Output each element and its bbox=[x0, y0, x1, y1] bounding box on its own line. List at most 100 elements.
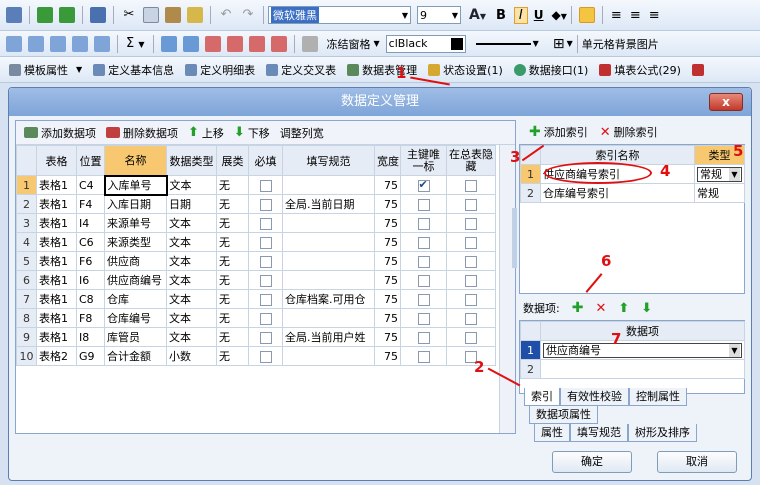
primary-key-checkbox[interactable] bbox=[417, 350, 430, 363]
index-item-row[interactable]: 1 供应商编号 bbox=[520, 340, 745, 360]
expand-type-cell[interactable]: 无 bbox=[216, 232, 249, 252]
required-cell[interactable] bbox=[248, 308, 283, 328]
template-properties-button[interactable]: 模板属性 bbox=[24, 62, 68, 78]
width-cell[interactable]: 75 bbox=[374, 213, 401, 233]
expand-type-cell[interactable]: 无 bbox=[216, 270, 249, 290]
index-item-cell[interactable]: 供应商编号 bbox=[540, 340, 745, 360]
primary-key-checkbox[interactable] bbox=[417, 293, 430, 306]
name-cell[interactable]: 供应商 bbox=[104, 251, 167, 271]
index-item-row[interactable]: 2 bbox=[520, 359, 745, 379]
color-select[interactable]: clBlack bbox=[385, 34, 466, 53]
align-right-icon[interactable]: ≡ bbox=[649, 8, 660, 23]
index-item-cell[interactable] bbox=[540, 359, 745, 379]
primary-key-checkbox[interactable] bbox=[417, 198, 430, 211]
italic-icon[interactable]: I bbox=[513, 6, 528, 24]
required-checkbox[interactable] bbox=[259, 331, 272, 344]
hide-icon[interactable] bbox=[270, 35, 287, 52]
index-name-cell[interactable]: 仓库编号索引 bbox=[540, 183, 695, 203]
fill-rule-cell[interactable] bbox=[282, 308, 375, 328]
hide-in-summary-cell[interactable] bbox=[446, 232, 496, 252]
ok-button[interactable]: 确定 bbox=[552, 451, 632, 473]
fill-rule-cell[interactable]: 仓库档案.可用仓 bbox=[282, 289, 375, 309]
primary-key-cell[interactable] bbox=[400, 308, 447, 328]
data-type-cell[interactable]: 文本 bbox=[166, 289, 217, 309]
font-name-select[interactable]: 微软雅黑 ▼ bbox=[268, 6, 411, 24]
arrow-up-icon[interactable]: ⬆ bbox=[618, 301, 629, 316]
chevron-down-icon[interactable]: ▼ bbox=[374, 39, 380, 48]
position-cell[interactable]: I6 bbox=[76, 270, 105, 290]
fill-rule-cell[interactable] bbox=[282, 251, 375, 271]
expand-type-cell[interactable]: 无 bbox=[216, 346, 249, 366]
position-cell[interactable]: G9 bbox=[76, 346, 105, 366]
tab-data-item-properties[interactable]: 数据项属性 bbox=[529, 406, 598, 424]
move-up-button[interactable]: ⬆ 上移 bbox=[188, 125, 224, 141]
table-cell[interactable]: 表格1 bbox=[36, 289, 77, 309]
required-cell[interactable] bbox=[248, 346, 283, 366]
copy-icon[interactable] bbox=[143, 7, 159, 23]
width-cell[interactable]: 75 bbox=[374, 175, 401, 195]
data-interface-button[interactable]: 数据接口(1) bbox=[529, 62, 589, 78]
name-cell[interactable]: 入库日期 bbox=[104, 194, 167, 214]
col-header-position[interactable]: 位置 bbox=[76, 145, 105, 176]
fill-formula-button[interactable]: 填表公式(29) bbox=[614, 62, 681, 78]
data-type-cell[interactable]: 文本 bbox=[166, 251, 217, 271]
data-type-cell[interactable]: 文本 bbox=[166, 175, 217, 195]
hide-in-summary-checkbox[interactable] bbox=[465, 217, 477, 230]
table-cell[interactable]: 表格1 bbox=[36, 213, 77, 233]
position-cell[interactable]: C4 bbox=[76, 175, 105, 195]
expand-type-cell[interactable]: 无 bbox=[216, 213, 249, 233]
name-cell[interactable]: 来源单号 bbox=[104, 213, 167, 233]
hide-in-summary-checkbox[interactable] bbox=[465, 331, 477, 344]
chevron-down-icon[interactable]: ▼ bbox=[76, 65, 82, 74]
table-cell[interactable]: 表格1 bbox=[36, 232, 77, 252]
data-type-cell[interactable]: 文本 bbox=[166, 270, 217, 290]
required-checkbox[interactable] bbox=[259, 350, 272, 363]
position-cell[interactable]: F6 bbox=[76, 251, 105, 271]
font-color-icon[interactable]: A▼ bbox=[469, 7, 486, 23]
delete-col-icon[interactable] bbox=[226, 35, 243, 52]
col-header-index-name[interactable]: 索引名称 bbox=[540, 145, 695, 165]
col-header-required[interactable]: 必填 bbox=[248, 145, 283, 176]
font-size-select[interactable]: 9 ▼ bbox=[417, 6, 461, 24]
name-cell[interactable]: 入库单号 bbox=[103, 174, 168, 196]
data-type-cell[interactable]: 文本 bbox=[166, 232, 217, 252]
required-cell[interactable] bbox=[248, 175, 283, 195]
delete-icon[interactable] bbox=[248, 35, 265, 52]
col-header-hide-in-summary[interactable]: 在总表隐藏 bbox=[446, 145, 496, 176]
hide-in-summary-cell[interactable] bbox=[446, 346, 496, 366]
col-header-fill-rule[interactable]: 填写规范 bbox=[282, 145, 375, 176]
fill-rule-cell[interactable]: 全局.当前日期 bbox=[282, 194, 375, 214]
required-checkbox[interactable] bbox=[259, 236, 272, 249]
hide-in-summary-cell[interactable] bbox=[446, 270, 496, 290]
align-center-icon[interactable]: ≡ bbox=[630, 8, 641, 23]
hide-in-summary-checkbox[interactable] bbox=[465, 255, 477, 268]
table-icon[interactable] bbox=[6, 35, 22, 52]
width-cell[interactable]: 75 bbox=[374, 194, 401, 214]
required-cell[interactable] bbox=[248, 251, 283, 271]
col-header-data-type[interactable]: 数据类型 bbox=[166, 145, 217, 176]
tab-fill-rule[interactable]: 填写规范 bbox=[570, 424, 628, 442]
table-row[interactable]: 4 表格1 C6 来源类型 文本无 75 bbox=[16, 232, 496, 252]
delete-index-button[interactable]: ✕ 删除索引 bbox=[600, 124, 658, 140]
hide-in-summary-checkbox[interactable] bbox=[465, 293, 477, 306]
col-header-name[interactable]: 名称 bbox=[104, 145, 167, 176]
table-row[interactable]: 1 表格1 C4 入库单号 文本无 75 bbox=[16, 174, 496, 196]
hide-in-summary-cell[interactable] bbox=[446, 308, 496, 328]
primary-key-checkbox[interactable] bbox=[417, 331, 430, 344]
status-settings-button[interactable]: 状态设置(1) bbox=[443, 62, 503, 78]
export-icon[interactable] bbox=[37, 7, 53, 23]
save-icon[interactable] bbox=[6, 7, 22, 23]
name-cell[interactable]: 合计金额 bbox=[104, 346, 167, 366]
data-type-cell[interactable]: 小数 bbox=[166, 346, 217, 366]
table-cell[interactable]: 表格1 bbox=[36, 251, 77, 271]
hide-in-summary-checkbox[interactable] bbox=[465, 274, 477, 287]
hide-in-summary-cell[interactable] bbox=[446, 213, 496, 233]
data-type-cell[interactable]: 文本 bbox=[166, 327, 217, 347]
arrow-down-icon[interactable]: ⬇ bbox=[641, 301, 652, 316]
table-row[interactable]: 9 表格1 I8 库管员 文本无 全局.当前用户姓 75 bbox=[16, 327, 496, 347]
data-table-management-button[interactable]: 数据表管理 bbox=[362, 62, 417, 78]
fill-rule-cell[interactable] bbox=[282, 175, 375, 195]
tab-control-properties[interactable]: 控制属性 bbox=[629, 388, 687, 406]
line-style-icon[interactable] bbox=[475, 42, 531, 45]
redo-icon[interactable]: ↷ bbox=[240, 7, 256, 23]
